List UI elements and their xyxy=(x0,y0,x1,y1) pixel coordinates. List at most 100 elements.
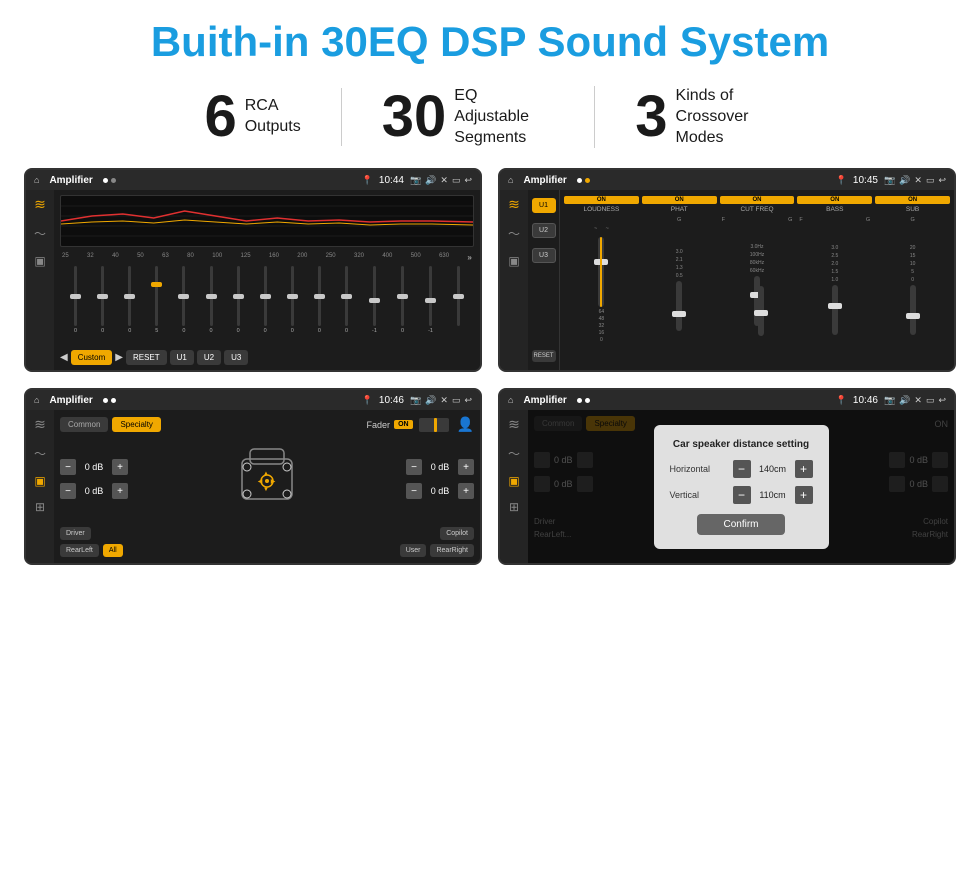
page-title: Buith-in 30EQ DSP Sound System xyxy=(0,0,980,76)
horizontal-minus-btn[interactable]: − xyxy=(733,460,751,478)
fader-on-badge: ON xyxy=(394,420,413,429)
right-plus-btn2[interactable]: + xyxy=(458,483,474,499)
minimize-icon2: ▭ xyxy=(926,175,935,186)
screen4-statusbar: ⌂ Amplifier 📍 10:46 📷 🔊 ✕ ▭ ↩ xyxy=(500,390,954,410)
fader-label: Fader xyxy=(367,420,391,430)
speaker-icon[interactable]: ▣ xyxy=(34,254,45,268)
home-icon[interactable]: ⌂ xyxy=(34,175,39,185)
camera-icon4: 📷 xyxy=(884,395,895,406)
eq-icon[interactable]: ≋ xyxy=(34,196,46,213)
camera-icon3: 📷 xyxy=(410,395,421,406)
speaker-icon3[interactable]: ▣ xyxy=(34,474,45,488)
screen2-time: 10:45 xyxy=(853,175,878,186)
vertical-row: Vertical − 110cm + xyxy=(670,486,813,504)
left-db-value2: 0 dB xyxy=(80,486,108,496)
right-minus-btn1[interactable]: − xyxy=(406,459,422,475)
left-minus-btn1[interactable]: − xyxy=(60,459,76,475)
play-icon[interactable]: ▶ xyxy=(115,352,123,363)
screen3-statusbar: ⌂ Amplifier 📍 10:46 📷 🔊 ✕ ▭ ↩ xyxy=(26,390,480,410)
home-icon4[interactable]: ⌂ xyxy=(508,395,513,405)
custom-btn[interactable]: Custom xyxy=(71,350,113,365)
svg-text:▲: ▲ xyxy=(263,471,269,477)
car-diagram: ▲ ▼ ◀ ▶ xyxy=(222,439,312,519)
eq-graph xyxy=(60,195,474,247)
back-icon4: ↩ xyxy=(938,395,946,406)
speaker-icon2[interactable]: ▣ xyxy=(508,254,519,268)
screen1-app-name: Amplifier xyxy=(49,175,92,186)
right-plus-btn1[interactable]: + xyxy=(458,459,474,475)
back-icon3: ↩ xyxy=(464,395,472,406)
dialog-box: Car speaker distance setting Horizontal … xyxy=(654,425,829,549)
user-btn[interactable]: User xyxy=(400,544,427,557)
back-icon: ↩ xyxy=(464,175,472,186)
eq-icon2[interactable]: ≋ xyxy=(508,196,520,213)
rearleft-btn[interactable]: RearLeft xyxy=(60,544,99,557)
u2-btn[interactable]: U2 xyxy=(197,350,221,365)
location-icon3: 📍 xyxy=(362,395,373,406)
home-icon2[interactable]: ⌂ xyxy=(508,175,513,185)
wave-icon2[interactable]: 〜 xyxy=(508,225,520,242)
left-plus-btn2[interactable]: + xyxy=(112,483,128,499)
screen2-statusbar: ⌂ Amplifier 📍 10:45 📷 🔊 ✕ ▭ ↩ xyxy=(500,170,954,190)
u1-preset-btn[interactable]: U1 xyxy=(532,198,556,213)
volume-icon4: 🔊 xyxy=(899,395,910,406)
rearright-btn[interactable]: RearRight xyxy=(430,544,474,557)
left-db-value1: 0 dB xyxy=(80,462,108,472)
stat-rca: 6 RCAOutputs xyxy=(164,88,341,146)
wave-icon3[interactable]: 〜 xyxy=(34,445,46,462)
volume-icon3: 🔊 xyxy=(425,395,436,406)
back-icon2: ↩ xyxy=(938,175,946,186)
minimize-icon3: ▭ xyxy=(452,395,461,406)
prev-icon[interactable]: ◀ xyxy=(60,352,68,363)
screen1-time: 10:44 xyxy=(379,175,404,186)
driver-btn[interactable]: Driver xyxy=(60,527,91,540)
screen3-app-name: Amplifier xyxy=(49,395,92,406)
expand-icon3[interactable]: ⊞ xyxy=(35,500,45,514)
confirm-button[interactable]: Confirm xyxy=(697,514,784,535)
reset-btn[interactable]: RESET xyxy=(126,350,167,365)
copilot-btn[interactable]: Copilot xyxy=(440,527,474,540)
close-icon: ✕ xyxy=(440,175,448,186)
screen4-container: ⌂ Amplifier 📍 10:46 📷 🔊 ✕ ▭ ↩ ≋ 〜 xyxy=(498,388,956,565)
screen3-container: ⌂ Amplifier 📍 10:46 📷 🔊 ✕ ▭ ↩ ≋ 〜 xyxy=(24,388,482,565)
common-tab[interactable]: Common xyxy=(60,417,108,432)
dialog-overlay: Car speaker distance setting Horizontal … xyxy=(528,410,954,563)
eq-icon3[interactable]: ≋ xyxy=(34,416,46,433)
u2-preset-btn[interactable]: U2 xyxy=(532,223,556,238)
left-minus-btn2[interactable]: − xyxy=(60,483,76,499)
right-minus-btn2[interactable]: − xyxy=(406,483,422,499)
all-btn[interactable]: All xyxy=(103,544,123,557)
eq-icon4[interactable]: ≋ xyxy=(508,416,520,433)
svg-text:▼: ▼ xyxy=(263,487,269,493)
expand-icon4[interactable]: ⊞ xyxy=(509,500,519,514)
right-db-value2: 0 dB xyxy=(426,486,454,496)
stat-number-6: 6 xyxy=(204,88,236,146)
vertical-plus-btn[interactable]: + xyxy=(795,486,813,504)
specialty-tab[interactable]: Specialty xyxy=(112,417,160,432)
stat-text-rca: RCAOutputs xyxy=(245,96,301,138)
close-icon3: ✕ xyxy=(440,395,448,406)
wave-icon4[interactable]: 〜 xyxy=(508,445,520,462)
left-plus-btn1[interactable]: + xyxy=(112,459,128,475)
vertical-value: 110cm xyxy=(755,490,791,500)
eq-sliders: 0 0 xyxy=(60,266,474,346)
wave-icon[interactable]: 〜 xyxy=(34,225,46,242)
reset-preset-btn[interactable]: RESET xyxy=(532,350,556,362)
speaker-icon4[interactable]: ▣ xyxy=(508,474,519,488)
volume-icon2: 🔊 xyxy=(899,175,910,186)
vertical-minus-btn[interactable]: − xyxy=(733,486,751,504)
volume-icon: 🔊 xyxy=(425,175,436,186)
close-icon4: ✕ xyxy=(914,395,922,406)
u1-btn[interactable]: U1 xyxy=(170,350,194,365)
u3-preset-btn[interactable]: U3 xyxy=(532,248,556,263)
svg-text:▶: ▶ xyxy=(271,479,276,485)
horizontal-row: Horizontal − 140cm + xyxy=(670,460,813,478)
screen3-time: 10:46 xyxy=(379,395,404,406)
close-icon2: ✕ xyxy=(914,175,922,186)
camera-icon2: 📷 xyxy=(884,175,895,186)
u3-btn[interactable]: U3 xyxy=(224,350,248,365)
location-icon4: 📍 xyxy=(836,395,847,406)
home-icon3[interactable]: ⌂ xyxy=(34,395,39,405)
stat-number-30: 30 xyxy=(382,88,447,146)
horizontal-plus-btn[interactable]: + xyxy=(795,460,813,478)
